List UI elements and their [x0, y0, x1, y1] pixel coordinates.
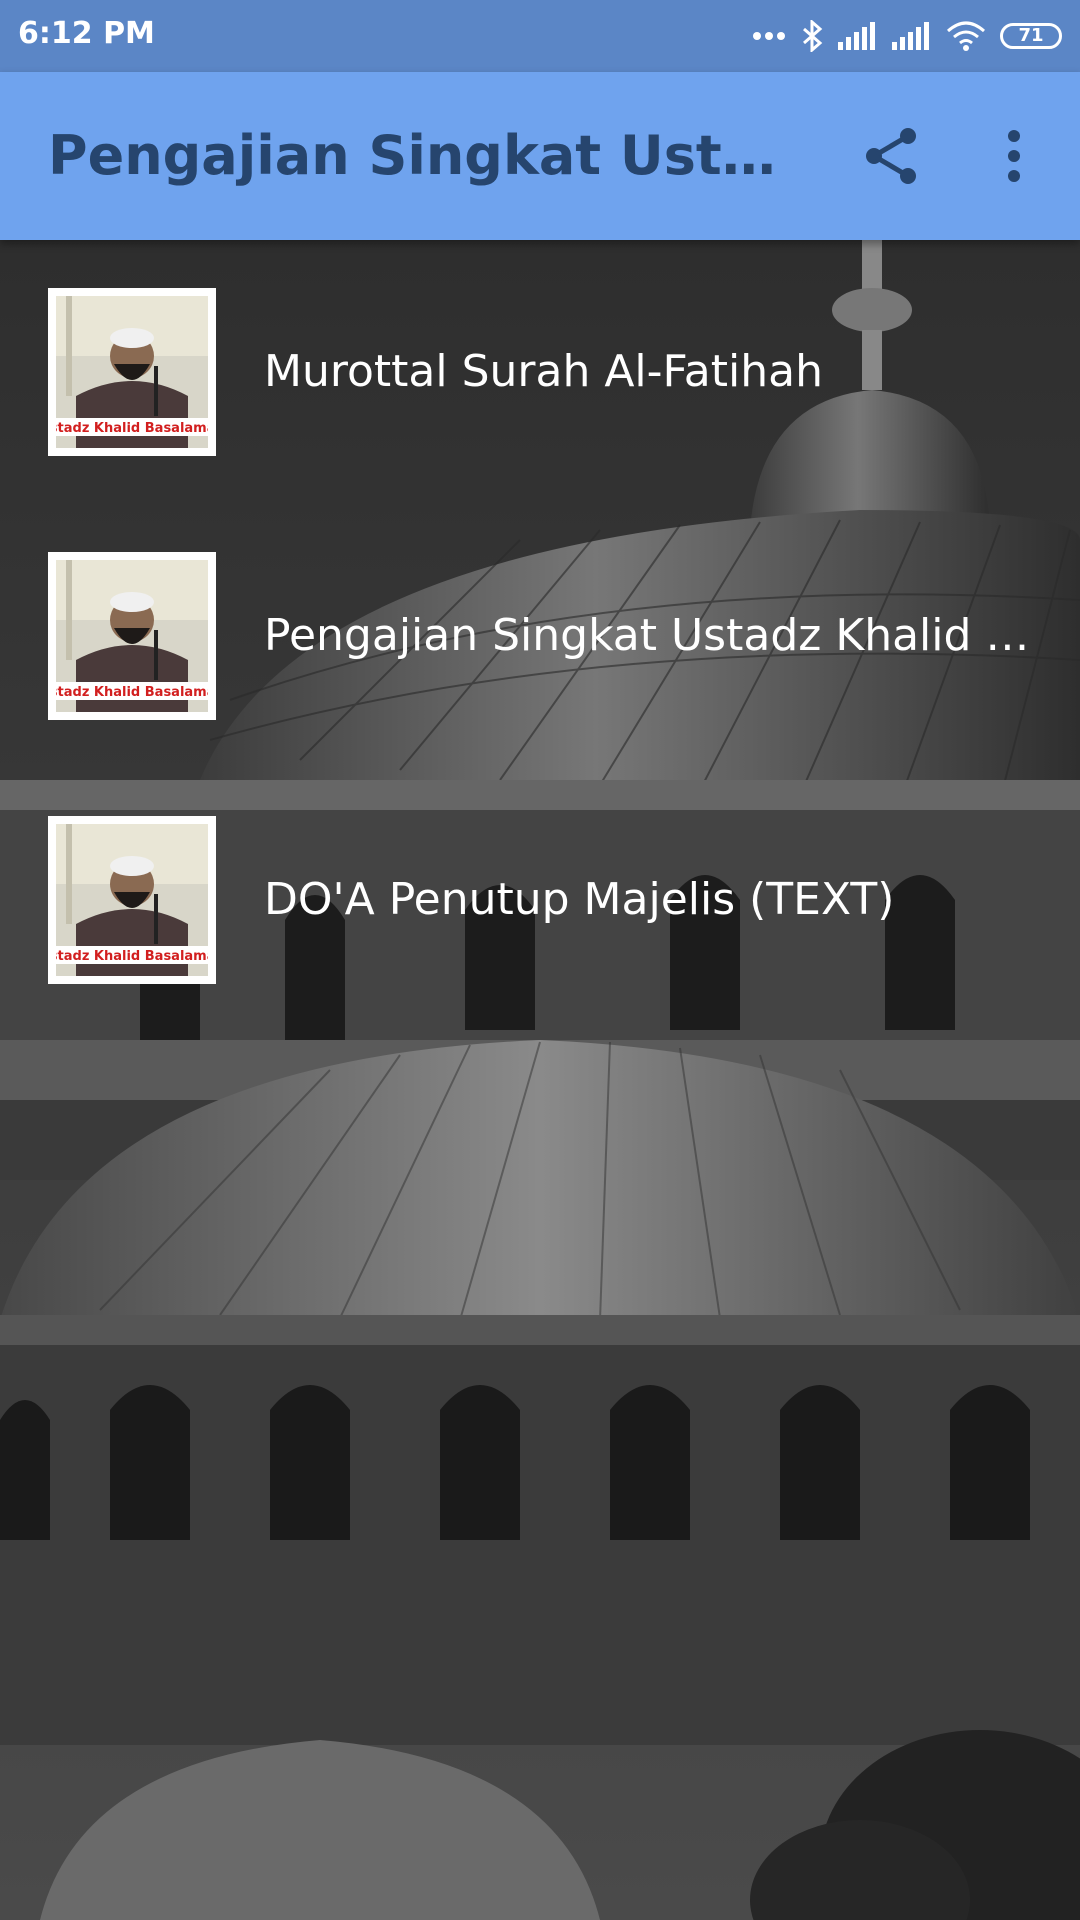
- svg-text:Ustadz Khalid Basalamah: Ustadz Khalid Basalamah: [56, 421, 208, 436]
- item-thumbnail: Ustadz Khalid Basalamah: [48, 288, 216, 456]
- status-time: 6:12 PM: [18, 16, 155, 51]
- speaker-photo-icon: Ustadz Khalid Basalamah: [56, 824, 208, 976]
- status-bar: 6:12 PM 71: [0, 0, 1080, 72]
- item-label: Murottal Surah Al-Fatihah: [264, 346, 823, 397]
- wifi-icon: [947, 21, 985, 51]
- item-thumbnail: Ustadz Khalid Basalamah: [48, 552, 216, 720]
- share-icon[interactable]: [860, 124, 924, 188]
- bluetooth-icon: [803, 20, 823, 52]
- status-icons: 71: [752, 18, 1062, 54]
- list-item[interactable]: Ustadz Khalid Basalamah DO'A Penutup Maj…: [0, 768, 1080, 1032]
- content-list: Ustadz Khalid Basalamah Murottal Surah A…: [0, 240, 1080, 1032]
- signal-icon: [838, 22, 875, 50]
- speaker-photo-icon: Ustadz Khalid Basalamah: [56, 560, 208, 712]
- list-item[interactable]: Ustadz Khalid Basalamah Pengajian Singka…: [0, 504, 1080, 768]
- list-item[interactable]: Ustadz Khalid Basalamah Murottal Surah A…: [0, 240, 1080, 504]
- app-title: Pengajian Singkat Ust. Khalid Basalamah: [48, 124, 788, 187]
- item-thumbnail: Ustadz Khalid Basalamah: [48, 816, 216, 984]
- signal-icon: [892, 22, 929, 50]
- speaker-photo-icon: Ustadz Khalid Basalamah: [56, 296, 208, 448]
- svg-text:Ustadz Khalid Basalamah: Ustadz Khalid Basalamah: [56, 685, 208, 700]
- more-vert-icon[interactable]: [990, 128, 1038, 184]
- item-label: DO'A Penutup Majelis (TEXT): [264, 874, 895, 925]
- more-dots-icon: [753, 32, 785, 40]
- battery-icon: 71: [1000, 23, 1062, 49]
- item-label: Pengajian Singkat Ustadz Khalid Basalama…: [264, 610, 1034, 661]
- app-bar: Pengajian Singkat Ust. Khalid Basalamah: [0, 72, 1080, 240]
- svg-text:Ustadz Khalid Basalamah: Ustadz Khalid Basalamah: [56, 949, 208, 964]
